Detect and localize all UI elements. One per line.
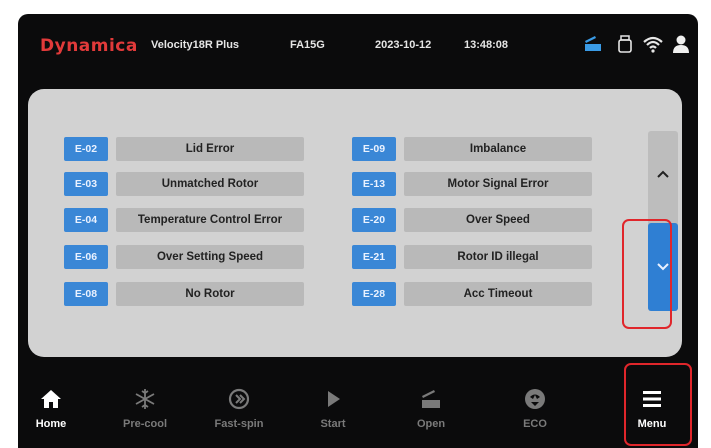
bottom-nav: Home Pre-cool Fast-spin Start Open ECO M… xyxy=(18,367,698,448)
nav-label: Pre-cool xyxy=(122,418,167,430)
error-description: Over Setting Speed xyxy=(116,245,304,269)
error-description: Acc Timeout xyxy=(404,282,592,306)
error-code: E-28 xyxy=(352,282,396,306)
error-code: E-08 xyxy=(64,282,108,306)
nav-eco[interactable]: ECO xyxy=(500,367,570,448)
error-description: Unmatched Rotor xyxy=(116,172,304,196)
nav-pre-cool[interactable]: Pre-cool xyxy=(110,367,180,448)
error-description: Motor Signal Error xyxy=(404,172,592,196)
nav-label: Home xyxy=(35,418,67,430)
nav-open[interactable]: Open xyxy=(396,367,466,448)
nav-home[interactable]: Home xyxy=(18,367,86,448)
highlight-box-scroll-down xyxy=(622,219,672,329)
error-description: Rotor ID illegal xyxy=(404,245,592,269)
wifi-icon xyxy=(643,36,663,53)
error-description: Imbalance xyxy=(404,137,592,161)
fast-spin-icon xyxy=(228,388,250,410)
scroll-up-button[interactable] xyxy=(648,131,678,217)
nav-fast-spin[interactable]: Fast-spin xyxy=(204,367,274,448)
nav-label: Fast-spin xyxy=(214,418,264,430)
rotor-name: FA15G xyxy=(290,39,325,51)
error-code: E-21 xyxy=(352,245,396,269)
status-bar: Dynamica Velocity18R Plus FA15G 2023-10-… xyxy=(18,14,698,76)
error-code: E-03 xyxy=(64,172,108,196)
brand-logo: Dynamica xyxy=(40,36,138,56)
error-code: E-09 xyxy=(352,137,396,161)
lid-open-icon xyxy=(422,390,440,408)
error-code: E-02 xyxy=(64,137,108,161)
error-description: No Rotor xyxy=(116,282,304,306)
instrument-model: Velocity18R Plus xyxy=(151,39,240,51)
error-description: Over Speed xyxy=(404,208,592,232)
nav-label: Start xyxy=(320,418,346,430)
device-screen: Dynamica Velocity18R Plus FA15G 2023-10-… xyxy=(18,14,698,448)
nav-label: ECO xyxy=(523,418,547,430)
error-code-panel: E-02 Lid Error E-03 Unmatched Rotor E-04… xyxy=(28,89,682,357)
error-code: E-04 xyxy=(64,208,108,232)
lid-open-icon xyxy=(585,36,601,51)
eco-icon xyxy=(525,389,545,409)
play-icon xyxy=(328,391,340,407)
error-description: Lid Error xyxy=(116,137,304,161)
error-code: E-13 xyxy=(352,172,396,196)
error-code: E-20 xyxy=(352,208,396,232)
status-date: 2023-10-12 xyxy=(375,39,432,51)
home-icon xyxy=(41,390,61,408)
highlight-box-menu xyxy=(624,363,692,446)
usb-icon xyxy=(618,35,632,53)
nav-start[interactable]: Start xyxy=(298,367,368,448)
snowflake-icon xyxy=(135,389,155,409)
chevron-up-icon xyxy=(657,170,669,178)
status-time: 13:48:08 xyxy=(464,39,509,51)
error-code: E-06 xyxy=(64,245,108,269)
error-description: Temperature Control Error xyxy=(116,208,304,232)
nav-label: Open xyxy=(416,418,446,430)
user-icon[interactable] xyxy=(670,34,692,54)
